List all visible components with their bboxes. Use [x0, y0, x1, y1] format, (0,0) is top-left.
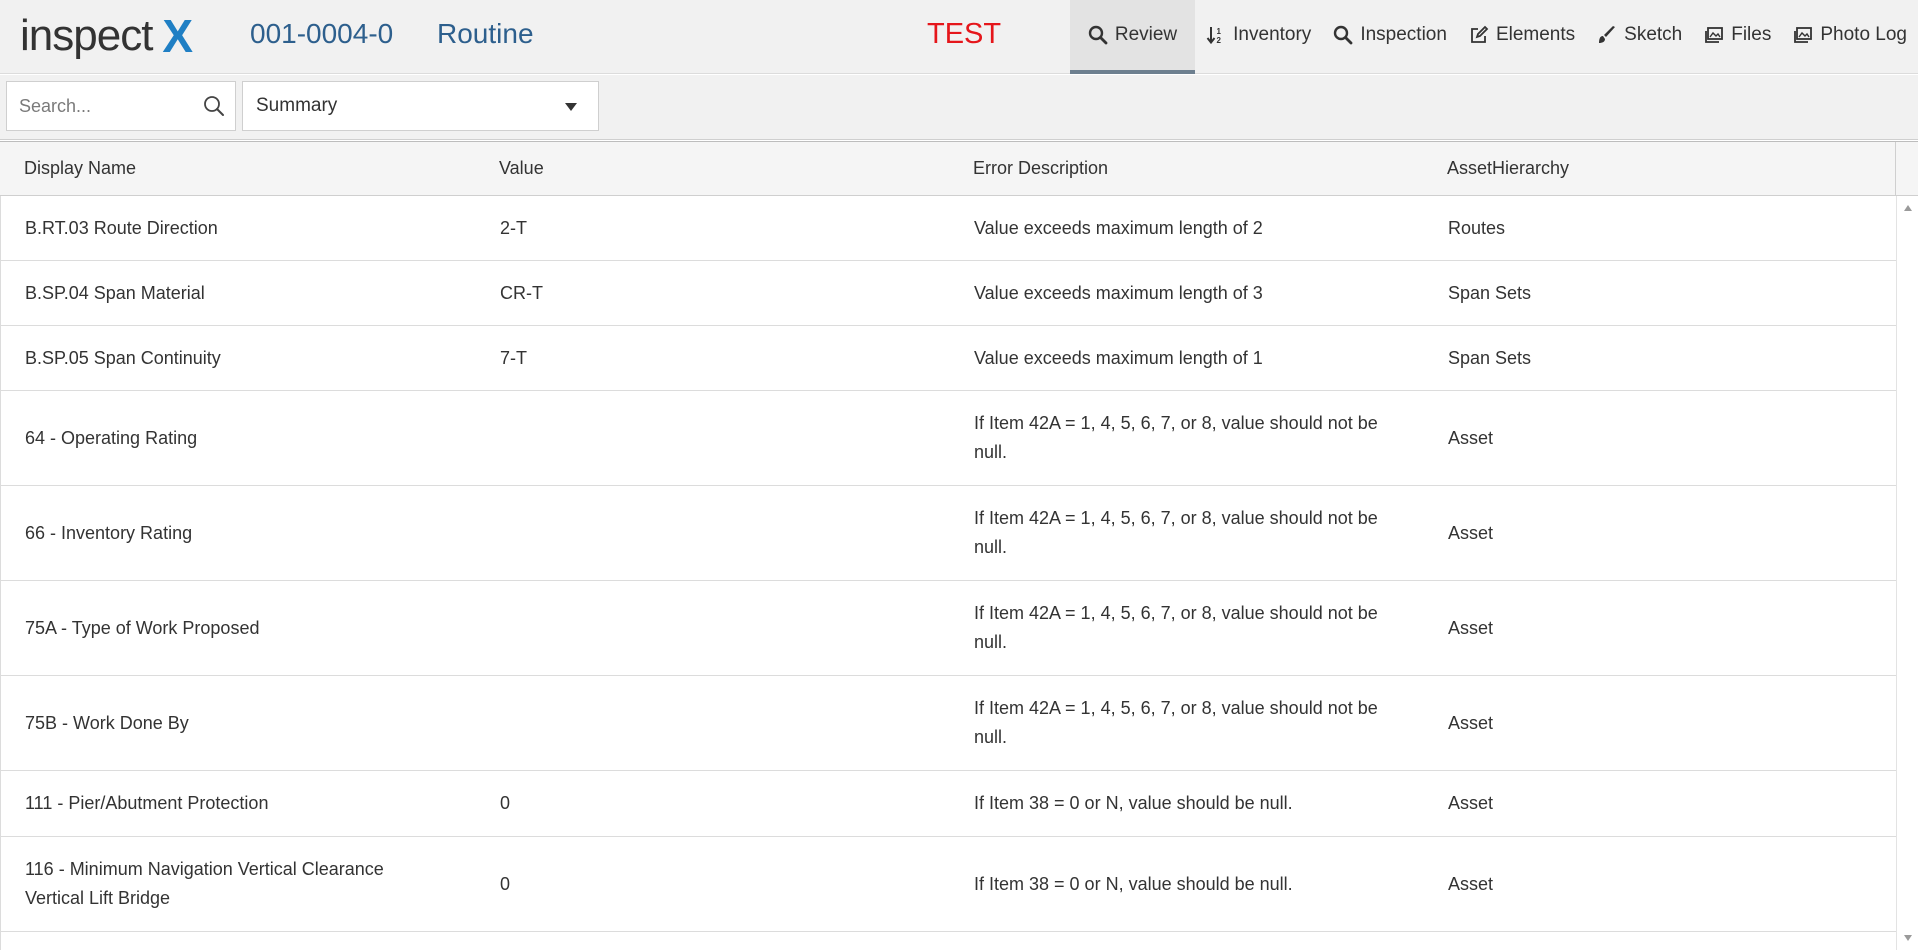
table-row[interactable]: 111 - Pier/Abutment Protection 0 If Item…: [1, 771, 1896, 837]
tab-review-label: Review: [1114, 24, 1178, 45]
inspection-type: Routine: [437, 18, 534, 49]
tab-elements[interactable]: Elements: [1458, 0, 1586, 74]
scroll-down-icon[interactable]: [1903, 934, 1913, 942]
table-row[interactable]: 75B - Work Done By If Item 42A = 1, 4, 5…: [1, 676, 1896, 771]
svg-text:2: 2: [1217, 36, 1222, 45]
view-select[interactable]: Summary: [242, 81, 599, 131]
column-header-error-description[interactable]: Error Description: [949, 142, 1423, 195]
cell-asset-hierarchy: Asset: [1448, 427, 1494, 448]
search-icon: [1334, 25, 1353, 45]
scroll-up-icon[interactable]: [1903, 204, 1913, 212]
tab-sketch-label: Sketch: [1624, 24, 1683, 45]
search-icon: [1088, 25, 1108, 45]
images-icon: [1705, 27, 1724, 43]
cell-asset-hierarchy: Asset: [1448, 617, 1494, 638]
validation-grid: Display Name Value Error Description Ass…: [0, 141, 1918, 950]
table-row[interactable]: 64 - Operating Rating If Item 42A = 1, 4…: [1, 391, 1896, 486]
main-nav: Review 12 Inventory Inspection Elements …: [1069, 0, 1918, 74]
cell-error-description: Value exceeds maximum length of 3: [974, 282, 1263, 303]
cell-display-name: B.SP.04 Span Material: [25, 282, 205, 303]
tab-inspection-label: Inspection: [1360, 24, 1447, 45]
logo-text: inspect: [20, 11, 153, 60]
table-row[interactable]: B.SP.05 Span Continuity 7-T Value exceed…: [1, 326, 1896, 391]
tab-photo-log-label: Photo Log: [1820, 24, 1907, 45]
grid-header: Display Name Value Error Description Ass…: [0, 142, 1895, 196]
cell-value: 2-T: [500, 217, 527, 238]
table-row[interactable]: 66 - Inventory Rating If Item 42A = 1, 4…: [1, 486, 1896, 581]
tab-review[interactable]: Review: [1069, 0, 1196, 74]
tab-elements-label: Elements: [1495, 24, 1576, 45]
cell-error-description: If Item 42A = 1, 4, 5, 6, 7, or 8, value…: [974, 603, 1378, 652]
cell-asset-hierarchy: Span Sets: [1448, 347, 1532, 368]
cell-value: [476, 486, 950, 580]
svg-text:1: 1: [1217, 27, 1222, 36]
column-header-display-name[interactable]: Display Name: [0, 142, 475, 195]
cell-error-description: If Item 42A = 1, 4, 5, 6, 7, or 8, value…: [974, 413, 1378, 462]
grid-body: B.RT.03 Route Direction 2-T Value exceed…: [0, 196, 1896, 950]
cell-asset-hierarchy: Asset: [1448, 793, 1494, 813]
tab-files-label: Files: [1731, 24, 1772, 45]
cell-value: 0: [500, 793, 511, 813]
column-header-value[interactable]: Value: [475, 142, 949, 195]
tab-photo-log[interactable]: Photo Log: [1782, 0, 1918, 74]
search-box: [6, 81, 236, 131]
cell-display-name: 111 - Pier/Abutment Protection: [25, 793, 269, 813]
chevron-down-icon: [565, 103, 577, 111]
cell-error-description: If Item 38 = 0 or N, value should be nul…: [974, 873, 1293, 894]
asset-id: 001-0004-0: [250, 18, 394, 49]
cell-asset-hierarchy: Routes: [1448, 217, 1506, 238]
table-row[interactable]: B.RT.03 Route Direction 2-T Value exceed…: [1, 196, 1896, 261]
sort-numeric-icon: 12: [1206, 27, 1222, 45]
cell-asset-hierarchy: Asset: [1448, 712, 1494, 733]
cell-value: [476, 676, 950, 770]
cell-value: [476, 581, 950, 675]
cell-error-description: If Item 42A = 1, 4, 5, 6, 7, or 8, value…: [974, 508, 1378, 557]
cell-value: CR-T: [500, 282, 543, 303]
table-row[interactable]: 75A - Type of Work Proposed If Item 42A …: [1, 581, 1896, 676]
images-icon: [1794, 27, 1813, 43]
environment-label: TEST: [927, 18, 1002, 50]
edit-icon: [1471, 25, 1489, 43]
cell-value: [476, 391, 950, 485]
table-row[interactable]: B.SP.04 Span Material CR-T Value exceeds…: [1, 261, 1896, 326]
tab-inspection[interactable]: Inspection: [1322, 0, 1458, 74]
tab-files[interactable]: Files: [1693, 0, 1782, 74]
cell-display-name: 66 - Inventory Rating: [25, 522, 193, 543]
cell-display-name: 75A - Type of Work Proposed: [25, 617, 260, 638]
cell-asset-hierarchy: Span Sets: [1448, 282, 1532, 303]
inspectx-logo[interactable]: inspect X: [20, 10, 193, 62]
app-header: inspect X 001-0004-0 Routine TEST Review …: [0, 0, 1918, 74]
tab-inventory-label: Inventory: [1233, 24, 1312, 45]
search-input[interactable]: [7, 82, 187, 130]
cell-display-name: B.SP.05 Span Continuity: [25, 347, 221, 368]
brush-icon: [1599, 26, 1616, 43]
cell-error-description: Value exceeds maximum length of 2: [974, 217, 1263, 238]
cell-asset-hierarchy: Asset: [1448, 522, 1494, 543]
cell-asset-hierarchy: Asset: [1448, 873, 1494, 894]
review-toolbar: Summary: [0, 75, 1918, 140]
cell-error-description: If Item 38 = 0 or N, value should be nul…: [974, 793, 1293, 813]
vertical-scrollbar[interactable]: [1896, 196, 1918, 950]
column-header-asset-hierarchy[interactable]: AssetHierarchy: [1423, 142, 1895, 195]
cell-display-name: 75B - Work Done By: [25, 712, 189, 733]
logo-x: X: [162, 10, 193, 62]
cell-display-name: 64 - Operating Rating: [25, 427, 198, 448]
cell-display-name: B.RT.03 Route Direction: [25, 217, 218, 238]
cell-error-description: Value exceeds maximum length of 1: [974, 347, 1263, 368]
cell-display-name: 116 - Minimum Navigation Vertical Cleara…: [25, 859, 384, 908]
tab-sketch[interactable]: Sketch: [1586, 0, 1693, 74]
cell-value: 0: [500, 873, 511, 894]
view-select-value: Summary: [256, 95, 338, 116]
table-row[interactable]: 116 - Minimum Navigation Vertical Cleara…: [1, 837, 1896, 932]
header-spacer: [1895, 142, 1918, 196]
cell-error-description: If Item 42A = 1, 4, 5, 6, 7, or 8, value…: [974, 698, 1378, 747]
tab-inventory[interactable]: 12 Inventory: [1195, 0, 1322, 74]
search-icon[interactable]: [203, 95, 225, 117]
cell-value: 7-T: [500, 347, 527, 368]
